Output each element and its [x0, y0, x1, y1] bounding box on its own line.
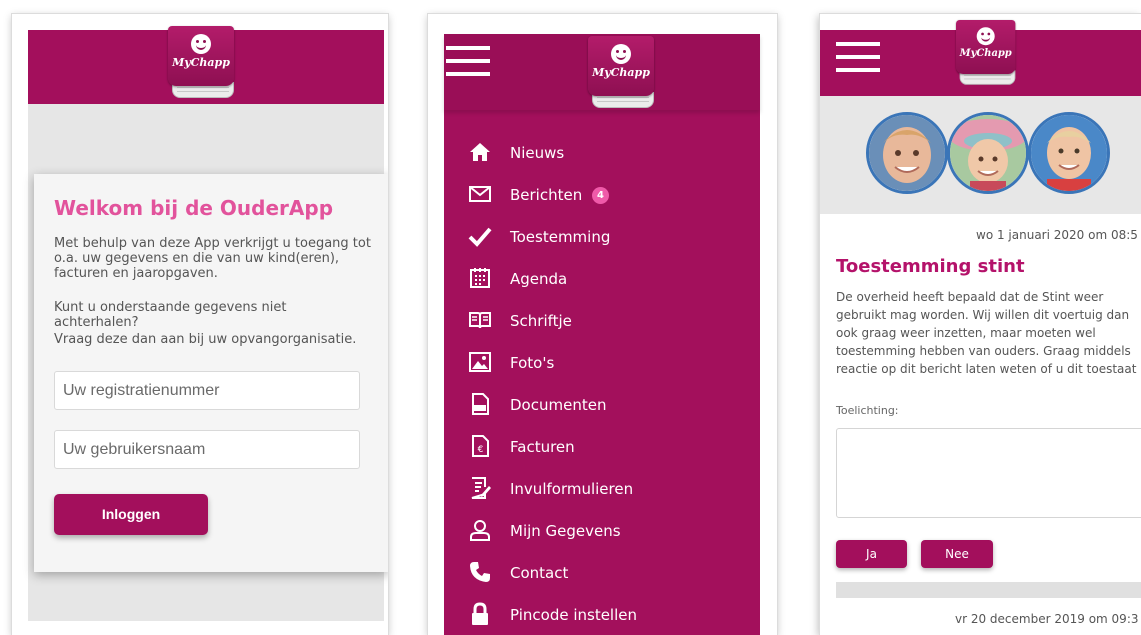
- envelope-icon: [469, 186, 491, 202]
- hamburger-menu-icon[interactable]: [836, 42, 880, 72]
- consent-screen: MyChapp wo 1 januari 2020 om 08:5 Toeste…: [820, 14, 1141, 635]
- smiley-icon: [191, 34, 211, 54]
- mychapp-logo: MyChapp: [588, 36, 654, 108]
- menu-item-pincode-instellen[interactable]: Pincode instellen: [468, 600, 758, 630]
- menu-item-berichten[interactable]: Berichten 4: [468, 180, 758, 210]
- phone-icon: [470, 562, 490, 582]
- calendar-icon: [470, 268, 490, 288]
- menu-item-documenten[interactable]: Documenten: [468, 390, 758, 420]
- menu-item-schriftje[interactable]: Schriftje: [468, 306, 758, 336]
- smiley-icon: [976, 27, 995, 46]
- svg-text:€: €: [478, 445, 484, 455]
- intro-text: Met behulp van deze App verkrijgt u toeg…: [54, 236, 371, 281]
- menu-item-agenda[interactable]: Agenda: [468, 264, 758, 294]
- user-icon: [470, 520, 490, 541]
- comment-textarea[interactable]: [836, 428, 1141, 518]
- menu-item-invulformulieren[interactable]: Invulformulieren: [468, 474, 758, 504]
- no-button[interactable]: Nee: [921, 540, 993, 568]
- comment-label: Toelichting:: [836, 404, 899, 417]
- photo-icon: [469, 352, 491, 372]
- next-message-date: vr 20 december 2019 om 09:3: [955, 612, 1139, 626]
- login-card: Welkom bij de OuderApp Met behulp van de…: [34, 174, 388, 572]
- child-avatar-2[interactable]: [947, 112, 1029, 194]
- page-title: Welkom bij de OuderApp: [54, 196, 334, 220]
- child-avatar-1[interactable]: [866, 112, 948, 194]
- login-button[interactable]: Inloggen: [54, 494, 208, 535]
- menu-item-mijn-gegevens[interactable]: Mijn Gegevens: [468, 516, 758, 546]
- registration-number-input[interactable]: Uw registratienummer: [54, 371, 360, 410]
- menu-screen: MyChapp Nieuws Berichten 4 Toestemming A…: [428, 14, 777, 635]
- check-icon: [468, 227, 492, 247]
- menu-item-facturen[interactable]: € Facturen: [468, 432, 758, 462]
- menu-item-fotos[interactable]: Foto's: [468, 348, 758, 378]
- divider-band: [836, 582, 1141, 598]
- unread-count-badge: 4: [592, 187, 609, 204]
- lock-icon: [472, 602, 488, 625]
- message-title: Toestemming stint: [836, 256, 1025, 277]
- username-input[interactable]: Uw gebruikersnaam: [54, 430, 360, 469]
- child-avatar-3[interactable]: [1028, 112, 1110, 194]
- form-icon: [471, 477, 491, 499]
- side-menu: MyChapp Nieuws Berichten 4 Toestemming A…: [444, 34, 760, 635]
- euro-file-icon: €: [472, 435, 489, 457]
- book-icon: [469, 312, 491, 329]
- help-text-2: Vraag deze dan aan bij uw opvangorganisa…: [54, 332, 357, 347]
- menu-item-contact[interactable]: Contact: [468, 558, 758, 588]
- message-body: De overheid heeft bepaald dat de Stint w…: [836, 290, 1137, 376]
- app-header: MyChapp: [28, 26, 384, 104]
- message-date: wo 1 januari 2020 om 08:5: [976, 228, 1138, 242]
- pdf-file-icon: [472, 393, 489, 415]
- smiley-icon: [611, 44, 631, 64]
- hamburger-menu-icon[interactable]: [446, 46, 490, 76]
- children-photos: [820, 96, 1141, 214]
- app-header: MyChapp: [444, 34, 760, 110]
- home-icon: [470, 143, 490, 161]
- mychapp-logo: MyChapp: [168, 26, 234, 98]
- menu-item-nieuws[interactable]: Nieuws: [468, 138, 758, 168]
- menu-item-toestemming[interactable]: Toestemming: [468, 222, 758, 252]
- login-screen: MyChapp Welkom bij de OuderApp Met behul…: [12, 14, 388, 635]
- app-header: MyChapp: [820, 20, 1141, 96]
- mychapp-logo: MyChapp: [956, 20, 1016, 85]
- yes-button[interactable]: Ja: [836, 540, 907, 568]
- help-text: Kunt u onderstaande gegevens niet achter…: [54, 300, 287, 330]
